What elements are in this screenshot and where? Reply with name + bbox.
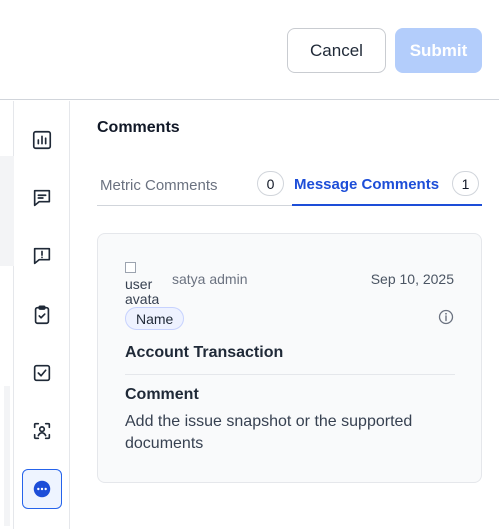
content-block — [0, 156, 14, 266]
face-scan-icon[interactable] — [22, 411, 62, 451]
checkbox-icon[interactable] — [22, 353, 62, 393]
comment-body: Add the issue snapshot or the supported … — [125, 413, 413, 452]
comment-heading: Comment — [125, 386, 199, 403]
tab-label: Metric Comments — [100, 177, 218, 194]
bar-chart-icon[interactable] — [22, 120, 62, 160]
comment-card: user avatar satya admin Sep 10, 2025 Nam… — [97, 233, 482, 483]
count-badge: 1 — [452, 171, 479, 196]
clipboard-check-icon[interactable] — [22, 295, 62, 335]
comment-tabs: Metric Comments 0 Message Comments 1 — [97, 165, 482, 206]
tab-message-comments[interactable]: Message Comments 1 — [292, 165, 482, 206]
cancel-button[interactable]: Cancel — [287, 28, 386, 73]
avatar: user avatar — [125, 262, 159, 304]
submit-button[interactable]: Submit — [395, 28, 482, 73]
info-icon[interactable] — [438, 309, 454, 325]
comment-subject: Account Transaction — [125, 344, 284, 361]
tab-label: Message Comments — [294, 176, 440, 193]
comment-date: Sep 10, 2025 — [370, 271, 454, 287]
action-bar: Cancel Submit — [0, 0, 499, 100]
broken-image-icon — [125, 262, 136, 273]
chat-bubble-dots-icon[interactable] — [22, 469, 62, 509]
icon-rail — [14, 101, 70, 529]
avatar-alt-text: user avatar — [125, 276, 159, 305]
name-tag: Name — [125, 307, 185, 330]
message-alert-icon[interactable] — [22, 236, 62, 276]
divider — [125, 374, 455, 375]
panel-title: Comments — [97, 119, 180, 136]
main-content-edge — [0, 101, 14, 529]
comment-author: satya admin — [172, 271, 248, 287]
scrollbar[interactable] — [4, 386, 10, 526]
count-badge: 0 — [257, 171, 284, 196]
message-square-icon[interactable] — [22, 178, 62, 218]
tab-metric-comments[interactable]: Metric Comments 0 — [97, 165, 290, 206]
